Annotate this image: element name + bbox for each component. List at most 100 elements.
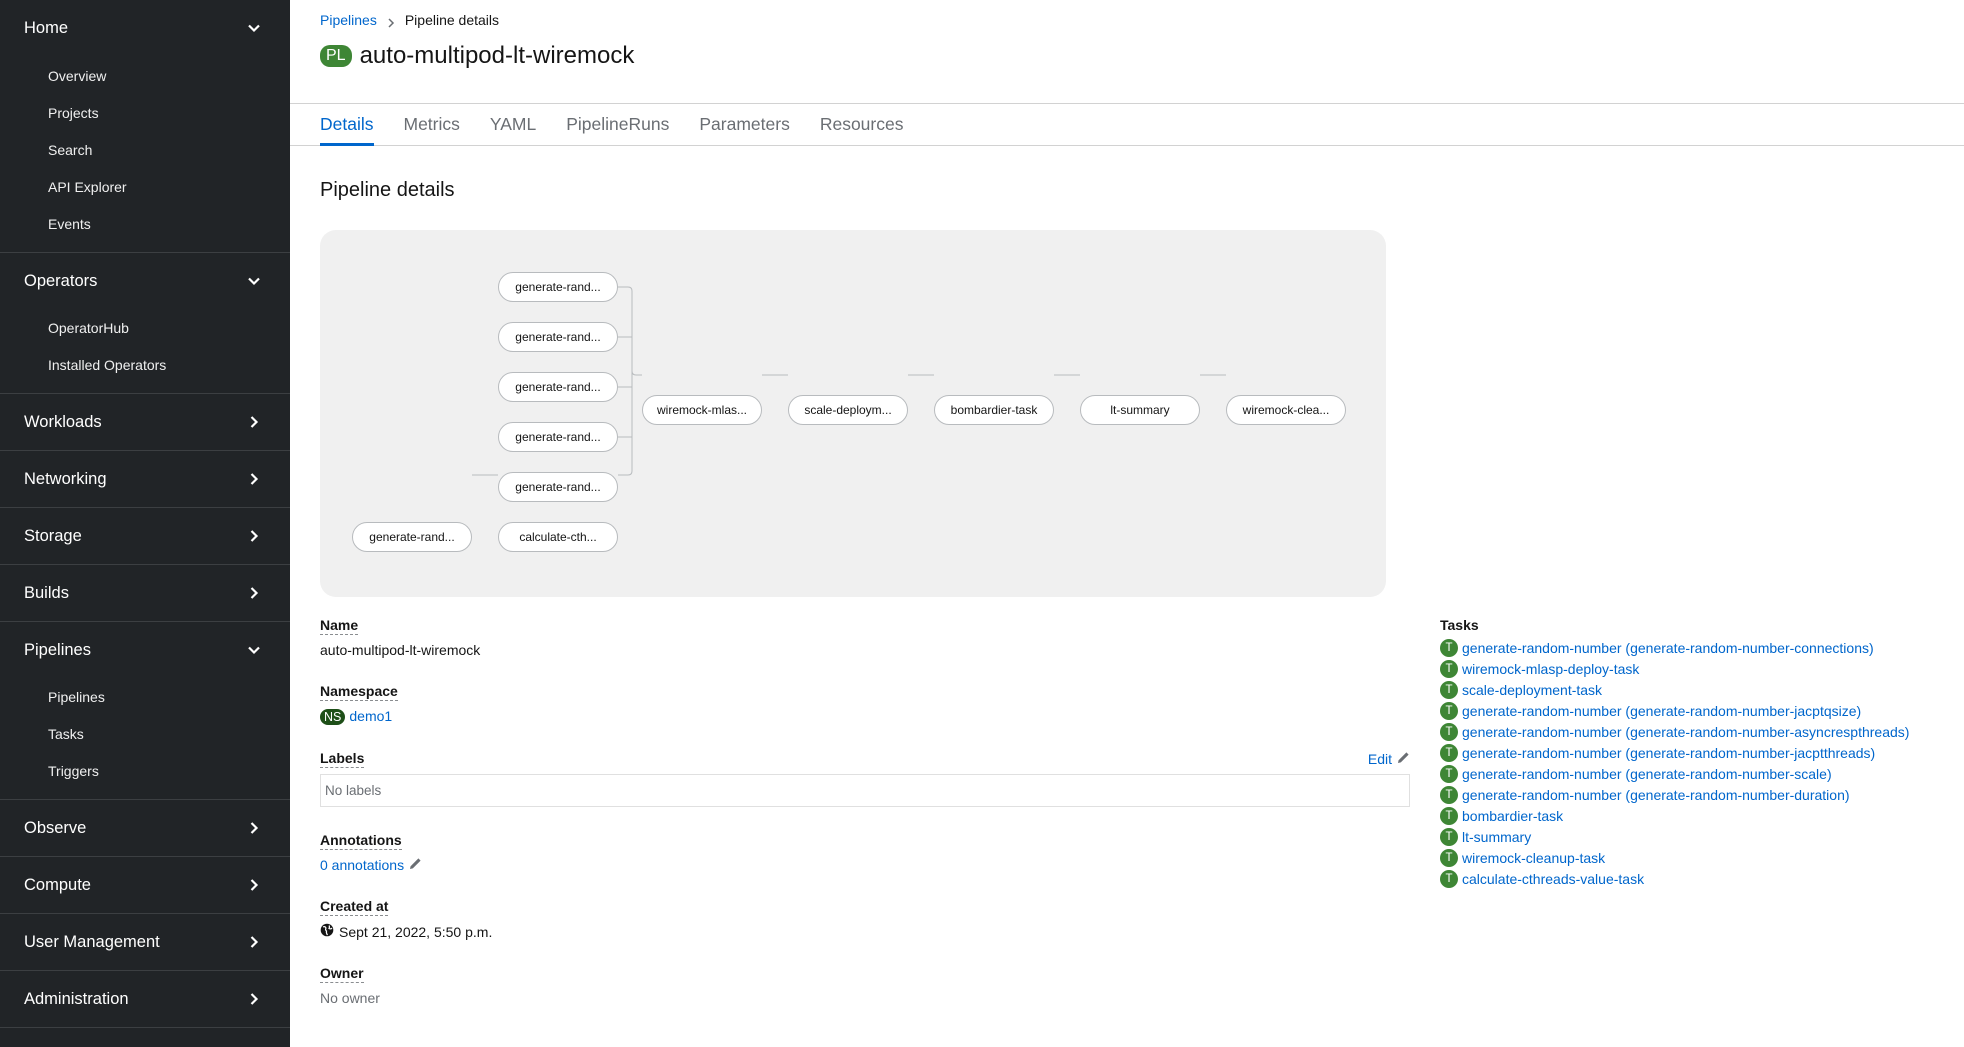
nav-toggle-networking[interactable]: Networking — [0, 451, 290, 507]
edit-labels-label: Edit — [1367, 751, 1392, 767]
task-link[interactable]: wiremock-mlasp-deploy-task — [1462, 661, 1639, 677]
task-link[interactable]: generate-random-number (generate-random-… — [1462, 745, 1875, 761]
nav-label: Builds — [24, 583, 69, 602]
task-link[interactable]: generate-random-number (generate-random-… — [1462, 640, 1874, 656]
section-title: Pipeline details — [320, 179, 455, 201]
nav-toggle-operators[interactable]: Operators — [0, 253, 290, 309]
task-link[interactable]: calculate-cthreads-value-task — [1462, 871, 1644, 887]
nav-section-user-management: User Management — [0, 914, 290, 971]
pipeline-node-wiremock-mlasp-deploy[interactable]: wiremock-mlas... — [642, 395, 762, 425]
task-badge: T — [1440, 827, 1458, 846]
sidebar-item-operatorhub[interactable]: OperatorHub — [0, 309, 290, 346]
pipeline-node-wiremock-cleanup[interactable]: wiremock-clea... — [1226, 395, 1346, 425]
tab-metrics[interactable]: Metrics — [404, 104, 460, 145]
nav-section-administration: Administration — [0, 971, 290, 1028]
task-link[interactable]: generate-random-number (generate-random-… — [1462, 724, 1909, 740]
tab-resources[interactable]: Resources — [820, 104, 904, 145]
nav-toggle-workloads[interactable]: Workloads — [0, 394, 290, 450]
sidebar-item-search[interactable]: Search — [0, 131, 290, 168]
nav-section-observe: Observe — [0, 800, 290, 857]
owner-value: No owner — [320, 990, 380, 1006]
nav-section-home: Home Overview Projects Search API Explor… — [0, 0, 290, 253]
created-at-value: Sept 21, 2022, 5:50 p.m. — [339, 923, 493, 940]
sidebar-item-api-explorer[interactable]: API Explorer — [0, 168, 290, 205]
pipeline-node-lt-summary[interactable]: lt-summary — [1080, 395, 1200, 425]
task-link[interactable]: bombardier-task — [1462, 808, 1563, 824]
tab-parameters[interactable]: Parameters — [699, 104, 789, 145]
nav-section-compute: Compute — [0, 857, 290, 914]
pipeline-node-generate-random-number[interactable]: generate-rand... — [498, 372, 618, 402]
pipeline-node-scale-deployment[interactable]: scale-deploym... — [788, 395, 908, 425]
pipeline-node-generate-random-number[interactable]: generate-rand... — [498, 322, 618, 352]
page-title: auto-multipod-lt-wiremock — [359, 42, 635, 69]
task-link[interactable]: wiremock-cleanup-task — [1462, 850, 1605, 866]
sidebar-item-events[interactable]: Events — [0, 205, 290, 242]
tab-yaml[interactable]: YAML — [490, 104, 536, 145]
pipeline-node-generate-random-number[interactable]: generate-rand... — [352, 522, 472, 552]
task-link[interactable]: generate-random-number (generate-random-… — [1462, 703, 1861, 719]
details-list: Name auto-multipod-lt-wiremock Namespace… — [320, 617, 1410, 1031]
task-link[interactable]: generate-random-number (generate-random-… — [1462, 787, 1850, 803]
sidebar-nav: Home Overview Projects Search API Explor… — [0, 0, 290, 1047]
task-link[interactable]: scale-deployment-task — [1462, 682, 1602, 698]
namespace-label: Namespace — [320, 683, 398, 701]
sidebar-item-tasks[interactable]: Tasks — [0, 715, 290, 752]
nav-toggle-user-management[interactable]: User Management — [0, 914, 290, 970]
owner-label: Owner — [320, 965, 364, 983]
pencil-icon[interactable] — [409, 857, 422, 873]
list-item: Tgenerate-random-number (generate-random… — [1440, 700, 1960, 721]
nav-section-pipelines: Pipelines Pipelines Tasks Triggers — [0, 622, 290, 800]
created-at-label: Created at — [320, 898, 389, 916]
nav-toggle-builds[interactable]: Builds — [0, 565, 290, 621]
pipeline-node-calculate-cthreads[interactable]: calculate-cth... — [498, 522, 618, 552]
resource-badge: PL — [320, 45, 352, 67]
nav-label: Storage — [24, 526, 82, 545]
task-link[interactable]: lt-summary — [1462, 829, 1531, 845]
sidebar-item-installed-operators[interactable]: Installed Operators — [0, 346, 290, 383]
list-item: Tgenerate-random-number (generate-random… — [1440, 721, 1960, 742]
breadcrumb: Pipelines Pipeline details — [320, 12, 1934, 28]
task-badge: T — [1440, 806, 1458, 825]
annotations-label: Annotations — [320, 832, 402, 850]
chevron-right-icon — [248, 416, 260, 428]
sidebar-item-overview[interactable]: Overview — [0, 57, 290, 94]
annotations-link[interactable]: 0 annotations — [320, 857, 404, 873]
list-item: Tlt-summary — [1440, 826, 1960, 847]
sidebar-item-projects[interactable]: Projects — [0, 94, 290, 131]
nav-toggle-pipelines[interactable]: Pipelines — [0, 622, 290, 678]
tab-bar: Details Metrics YAML PipelineRuns Parame… — [290, 104, 1964, 146]
nav-toggle-home[interactable]: Home — [0, 0, 290, 56]
task-badge: T — [1440, 785, 1458, 804]
task-badge: T — [1440, 743, 1458, 762]
nav-toggle-administration[interactable]: Administration — [0, 971, 290, 1027]
edit-labels-button[interactable]: Edit — [1368, 751, 1410, 767]
nav-toggle-storage[interactable]: Storage — [0, 508, 290, 564]
nav-toggle-observe[interactable]: Observe — [0, 800, 290, 856]
pipeline-node-generate-random-number[interactable]: generate-rand... — [498, 422, 618, 452]
list-item: Tgenerate-random-number (generate-random… — [1440, 742, 1960, 763]
task-badge: T — [1440, 638, 1458, 657]
pencil-icon — [1397, 751, 1410, 767]
task-badge: T — [1440, 764, 1458, 783]
pipeline-node-bombardier[interactable]: bombardier-task — [934, 395, 1054, 425]
task-badge: T — [1440, 701, 1458, 720]
chevron-down-icon — [248, 275, 260, 287]
chevron-down-icon — [248, 22, 260, 34]
task-link[interactable]: generate-random-number (generate-random-… — [1462, 766, 1832, 782]
namespace-link[interactable]: demo1 — [349, 708, 392, 724]
sidebar-item-triggers[interactable]: Triggers — [0, 752, 290, 789]
pipeline-node-generate-random-number[interactable]: generate-rand... — [498, 472, 618, 502]
tab-pipelineruns[interactable]: PipelineRuns — [566, 104, 669, 145]
labels-label: Labels — [320, 750, 365, 768]
list-item: Twiremock-cleanup-task — [1440, 847, 1960, 868]
breadcrumb-link-pipelines[interactable]: Pipelines — [320, 12, 377, 28]
list-item: Tgenerate-random-number (generate-random… — [1440, 784, 1960, 805]
nav-toggle-compute[interactable]: Compute — [0, 857, 290, 913]
chevron-right-icon — [387, 15, 395, 28]
namespace-badge: NS — [320, 709, 346, 725]
tab-details[interactable]: Details — [320, 104, 374, 146]
pipeline-node-generate-random-number[interactable]: generate-rand... — [498, 272, 618, 302]
nav-label: Observe — [24, 818, 87, 837]
sidebar-item-pipelines[interactable]: Pipelines — [0, 678, 290, 715]
tasks-title: Tasks — [1440, 617, 1479, 633]
